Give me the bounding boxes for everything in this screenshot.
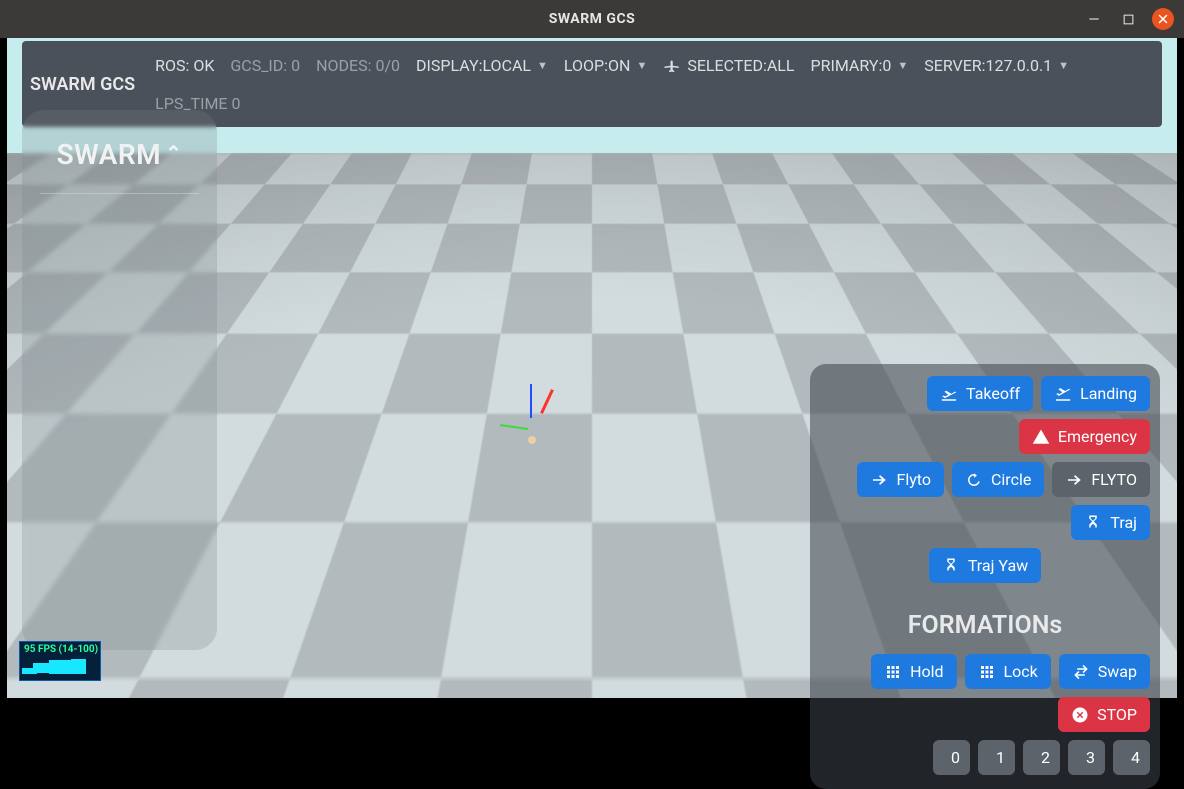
window-close-button[interactable]: [1152, 8, 1174, 30]
formation-3-button[interactable]: 3: [1068, 740, 1105, 775]
flyto-label: Flyto: [896, 470, 931, 489]
hold-button[interactable]: Hold: [871, 654, 956, 689]
traj-yaw-button[interactable]: Traj Yaw: [929, 548, 1041, 583]
window-titlebar: SWARM GCS: [0, 0, 1184, 38]
formation-4-label: 4: [1131, 748, 1140, 767]
cancel-icon: [1071, 706, 1089, 724]
airplane-icon: [663, 56, 681, 74]
formation-0-button[interactable]: 0: [933, 740, 970, 775]
axis-z-icon: [530, 384, 532, 418]
formations-title: FORMATIONs: [820, 611, 1150, 640]
window-title: SWARM GCS: [549, 11, 636, 27]
emergency-label: Emergency: [1058, 427, 1137, 446]
caret-down-icon: ▼: [537, 59, 548, 72]
circle-button[interactable]: Circle: [952, 462, 1044, 497]
swarm-panel: SWARM⌃: [22, 110, 217, 650]
swap-label: Swap: [1098, 662, 1137, 681]
app-frame: SWARM GCS ROS: OK GCS_ID: 0 NODES: 0/0 D…: [7, 38, 1177, 699]
window-maximize-button[interactable]: [1118, 9, 1138, 29]
grid-icon: [978, 663, 996, 681]
status-selected[interactable]: SELECTED:ALL: [663, 56, 794, 75]
window-minimize-button[interactable]: [1084, 9, 1104, 29]
fps-graph-icon: [22, 658, 98, 678]
takeoff-button[interactable]: Takeoff: [927, 376, 1033, 411]
hourglass-icon: [1084, 514, 1102, 532]
chevron-up-icon: ⌃: [165, 141, 182, 165]
formation-1-label: 1: [996, 748, 1005, 767]
swarm-panel-title: SWARM: [57, 138, 162, 171]
stop-label: STOP: [1097, 705, 1137, 724]
formation-2-button[interactable]: 2: [1023, 740, 1060, 775]
flyto-caps-label: FLYTO: [1091, 470, 1137, 489]
hourglass-icon: [942, 557, 960, 575]
landing-button[interactable]: Landing: [1041, 376, 1150, 411]
warning-icon: [1032, 428, 1050, 446]
status-nodes: NODES: 0/0: [316, 56, 400, 75]
formation-3-label: 3: [1086, 748, 1095, 767]
swap-button[interactable]: Swap: [1059, 654, 1150, 689]
caret-down-icon: ▼: [1058, 59, 1069, 72]
traj-yaw-label: Traj Yaw: [968, 556, 1028, 575]
divider: [40, 193, 199, 194]
menu-server[interactable]: SERVER:127.0.0.1▼: [924, 56, 1069, 75]
takeoff-icon: [940, 385, 958, 403]
arrow-right-icon: [870, 471, 888, 489]
caret-down-icon: ▼: [897, 59, 908, 72]
menu-primary[interactable]: PRIMARY:0▼: [811, 56, 909, 75]
flyto-caps-button[interactable]: FLYTO: [1052, 462, 1150, 497]
traj-label: Traj: [1110, 513, 1137, 532]
status-ros: ROS: OK: [155, 56, 214, 75]
formation-2-label: 2: [1041, 748, 1050, 767]
swarm-panel-header[interactable]: SWARM⌃: [22, 110, 217, 183]
menu-display[interactable]: DISPLAY:LOCAL▼: [416, 56, 548, 75]
lock-label: Lock: [1004, 662, 1038, 681]
landing-icon: [1054, 385, 1072, 403]
circle-label: Circle: [991, 470, 1031, 489]
command-panel: Takeoff Landing Emergency Flyto Circle: [810, 364, 1160, 789]
formation-1-button[interactable]: 1: [978, 740, 1015, 775]
formation-0-label: 0: [951, 748, 960, 767]
formation-4-button[interactable]: 4: [1113, 740, 1150, 775]
circle-icon: [965, 471, 983, 489]
fps-counter: 95 FPS (14-100): [19, 641, 101, 681]
status-gcs-id: GCS_ID: 0: [230, 56, 300, 75]
grid-icon: [884, 663, 902, 681]
lock-button[interactable]: Lock: [965, 654, 1051, 689]
status-lps-time: LPS_TIME 0: [155, 94, 1152, 113]
stop-button[interactable]: STOP: [1058, 697, 1150, 732]
flyto-button[interactable]: Flyto: [857, 462, 944, 497]
emergency-button[interactable]: Emergency: [1019, 419, 1150, 454]
fps-label: 95 FPS (14-100): [24, 644, 98, 655]
takeoff-label: Takeoff: [966, 384, 1020, 403]
origin-point-icon: [528, 436, 536, 444]
arrow-right-icon: [1065, 471, 1083, 489]
traj-button[interactable]: Traj: [1071, 505, 1150, 540]
caret-down-icon: ▼: [636, 59, 647, 72]
swap-icon: [1072, 663, 1090, 681]
hold-label: Hold: [910, 662, 943, 681]
landing-label: Landing: [1080, 384, 1137, 403]
menu-loop[interactable]: LOOP:ON▼: [564, 56, 647, 75]
